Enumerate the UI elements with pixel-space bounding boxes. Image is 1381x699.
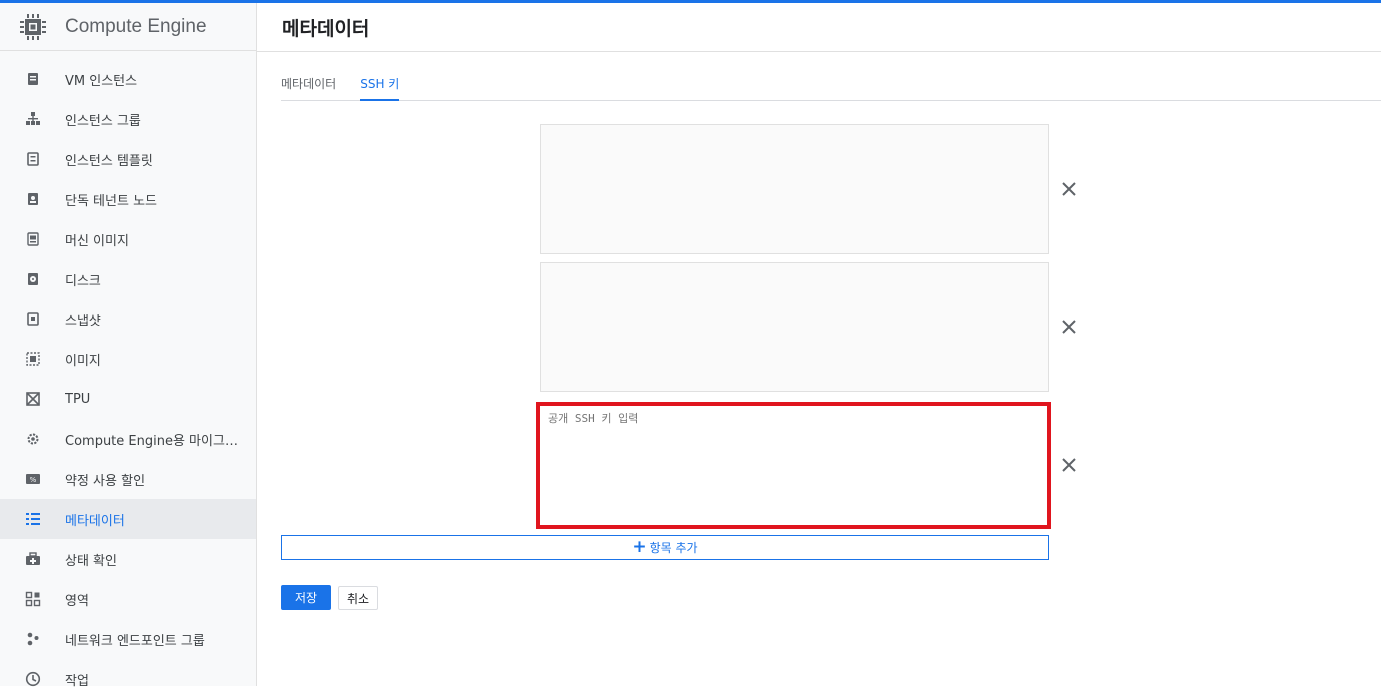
sidebar-item-label: 디스크 (65, 273, 101, 289)
sidebar-item-label: TPU (65, 391, 91, 407)
svg-text:%: % (30, 476, 37, 484)
sidebar-item-zones[interactable]: 영역 (0, 579, 256, 619)
sidebar-item-migrate[interactable]: Compute Engine용 마이그레… (0, 419, 256, 459)
sidebar-item-label: 메타데이터 (65, 513, 125, 529)
sidebar-item-machine-images[interactable]: 머신 이미지 (0, 219, 256, 259)
sidebar-item-images[interactable]: 이미지 (0, 339, 256, 379)
sidebar-item-label: 영역 (65, 593, 89, 609)
instance-template-icon (25, 151, 41, 167)
ssh-key-row (536, 402, 1096, 529)
sidebar-item-tpu[interactable]: TPU (0, 379, 256, 419)
ssh-key-input[interactable] (536, 402, 1051, 529)
sidebar-item-vm-instances[interactable]: VM 인스턴스 (0, 59, 256, 99)
sidebar-item-label: 상태 확인 (65, 553, 117, 569)
sidebar-item-instance-groups[interactable]: 인스턴스 그룹 (0, 99, 256, 139)
sidebar-item-committed-use-discounts[interactable]: % 약정 사용 할인 (0, 459, 256, 499)
snapshot-icon (25, 311, 41, 327)
add-item-button[interactable]: + 항목 추가 (281, 535, 1049, 560)
sidebar-item-instance-templates[interactable]: 인스턴스 템플릿 (0, 139, 256, 179)
close-icon (1062, 320, 1076, 334)
ssh-key-row (540, 124, 1100, 254)
zones-icon (25, 591, 41, 607)
remove-key-button[interactable] (1060, 456, 1078, 474)
sidebar-item-health-checks[interactable]: 상태 확인 (0, 539, 256, 579)
sidebar-item-sole-tenant-nodes[interactable]: 단독 테넌트 노드 (0, 179, 256, 219)
app-title: Compute Engine (65, 15, 207, 37)
plus-icon: + (632, 537, 647, 557)
sidebar-item-label: 인스턴스 템플릿 (65, 153, 153, 169)
tpu-icon (25, 391, 41, 407)
instance-group-icon (25, 111, 41, 127)
page-header: 메타데이터 (257, 3, 1381, 52)
sidebar-item-disks[interactable]: 디스크 (0, 259, 256, 299)
migrate-icon (25, 431, 41, 447)
close-icon (1062, 458, 1076, 472)
sidebar-header: Compute Engine (0, 3, 256, 51)
compute-engine-chip-icon (20, 13, 46, 40)
sidebar-item-label: 머신 이미지 (65, 233, 129, 249)
close-icon (1062, 182, 1076, 196)
cancel-button[interactable]: 취소 (338, 586, 378, 610)
sidebar-nav: VM 인스턴스 인스턴스 그룹 인스턴스 템플릿 단독 테넌트 노드 머신 이미… (0, 59, 256, 699)
ssh-key-input[interactable] (540, 124, 1049, 254)
page-title: 메타데이터 (282, 18, 370, 40)
sidebar-item-label: VM 인스턴스 (65, 73, 138, 89)
sidebar-item-label: 네트워크 엔드포인트 그룹 (65, 633, 205, 649)
save-button[interactable]: 저장 (281, 585, 331, 610)
remove-key-button[interactable] (1060, 180, 1078, 198)
sidebar-item-network-endpoint-groups[interactable]: 네트워크 엔드포인트 그룹 (0, 619, 256, 659)
sidebar-item-metadata[interactable]: 메타데이터 (0, 499, 256, 539)
sidebar-item-label: 단독 테넌트 노드 (65, 193, 157, 209)
vm-instance-icon (25, 71, 41, 87)
sidebar-item-label: 인스턴스 그룹 (65, 113, 141, 129)
sidebar-item-label: Compute Engine용 마이그레… (65, 433, 245, 449)
sidebar-item-label: 이미지 (65, 353, 101, 369)
tab-bar: 메타데이터 SSH 키 (281, 71, 1381, 101)
sidebar-item-label: 스냅샷 (65, 313, 101, 329)
sidebar: Compute Engine VM 인스턴스 인스턴스 그룹 인스턴스 템플릿 … (0, 3, 257, 689)
ssh-key-row (540, 262, 1100, 392)
tab-ssh-keys[interactable]: SSH 키 (360, 71, 400, 101)
ssh-key-input[interactable] (540, 262, 1049, 392)
sole-tenant-node-icon (25, 191, 41, 207)
metadata-icon (25, 511, 41, 527)
tab-metadata[interactable]: 메타데이터 (281, 71, 336, 101)
add-item-label: 항목 추가 (649, 541, 698, 555)
disk-icon (25, 271, 41, 287)
health-check-icon (25, 551, 41, 567)
machine-image-icon (25, 231, 41, 247)
operations-icon (25, 671, 41, 687)
sidebar-item-label: 약정 사용 할인 (65, 473, 146, 489)
sidebar-item-operations[interactable]: 작업 (0, 659, 256, 699)
committed-use-discount-icon: % (25, 471, 41, 487)
remove-key-button[interactable] (1060, 318, 1078, 336)
network-endpoint-group-icon (25, 631, 41, 647)
image-icon (25, 351, 41, 367)
sidebar-item-snapshots[interactable]: 스냅샷 (0, 299, 256, 339)
